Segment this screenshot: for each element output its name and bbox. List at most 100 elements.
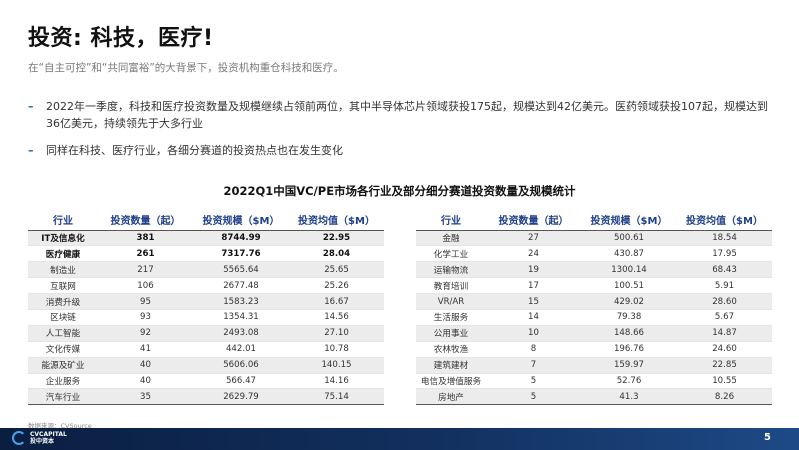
- cell-size: 7317.76: [193, 245, 289, 263]
- cell-industry: 电信及增值服务: [416, 373, 486, 390]
- cell-average: 27.10: [289, 325, 384, 342]
- cell-size: 159.97: [581, 357, 677, 374]
- header-count: 投资数量（起）: [486, 210, 581, 231]
- cell-count: 41: [98, 341, 193, 358]
- header-industry: 行业: [28, 210, 98, 231]
- table-body-left: IT及信息化 381 8744.99 22.95 医疗健康 261 7317.76 28.04…: [28, 230, 384, 406]
- table-row: 房地产 5 41.3 8.26: [416, 388, 772, 406]
- cell-size: 2677.48: [193, 277, 289, 295]
- cell-average: 68.43: [677, 261, 772, 279]
- cell-industry: 企业服务: [28, 373, 98, 390]
- table-row: 文化传媒 41 442.01 10.78: [28, 341, 384, 358]
- table-row: VR/AR 15 429.02 28.60: [416, 293, 772, 310]
- table-row: IT及信息化 381 8744.99 22.95: [28, 230, 384, 247]
- table-row: 教育培训 17 100.51 5.91: [416, 277, 772, 295]
- cell-average: 25.26: [289, 277, 384, 295]
- bullet-dash-icon: –: [28, 100, 34, 113]
- cell-size: 1300.14: [581, 261, 677, 279]
- cell-average: 8.26: [677, 388, 772, 406]
- cell-industry: 生活服务: [416, 309, 486, 326]
- cell-count: 95: [98, 293, 193, 310]
- cell-average: 17.95: [677, 245, 772, 263]
- logo-line1: CVCAPITAL: [30, 431, 67, 438]
- bullet-item: – 2022年一季度，科技和医疗投资数量及规模继续占领前两位，其中半导体芯片领域…: [28, 98, 778, 132]
- cell-count: 5: [486, 373, 581, 390]
- cell-size: 2629.79: [193, 388, 289, 406]
- cell-count: 92: [98, 325, 193, 342]
- page-number: 5: [764, 432, 771, 443]
- cell-size: 430.87: [581, 245, 677, 263]
- cell-count: 19: [486, 261, 581, 279]
- industry-table-left: 行业 投资数量（起） 投资规模（$M） 投资均值（$M） IT及信息化 381 87…: [28, 210, 384, 406]
- cell-industry: 区块链: [28, 309, 98, 326]
- cell-industry: 汽车行业: [28, 388, 98, 406]
- cell-count: 10: [486, 325, 581, 342]
- cell-count: 24: [486, 245, 581, 263]
- cell-average: 24.60: [677, 341, 772, 358]
- bullet-text: 同样在科技、医疗行业，各细分赛道的投资热点也在发生变化: [46, 144, 343, 157]
- table-row: 人工智能 92 2493.08 27.10: [28, 325, 384, 342]
- bullet-item: – 同样在科技、医疗行业，各细分赛道的投资热点也在发生变化: [28, 142, 778, 159]
- table-row: 公用事业 10 148.66 14.87: [416, 325, 772, 342]
- table-row: 化学工业 24 430.87 17.95: [416, 245, 772, 263]
- cell-size: 429.02: [581, 293, 677, 310]
- table-row: 生活服务 14 79.38 5.67: [416, 309, 772, 326]
- table-row: 农林牧渔 8 196.76 24.60: [416, 341, 772, 358]
- cell-count: 15: [486, 293, 581, 310]
- cell-size: 1354.31: [193, 309, 289, 326]
- cell-average: 75.14: [289, 388, 384, 406]
- header-size: 投资规模（$M）: [193, 210, 289, 231]
- cell-count: 106: [98, 277, 193, 295]
- table-row: 互联网 106 2677.48 25.26: [28, 277, 384, 295]
- bullet-text: 2022年一季度，科技和医疗投资数量及规模继续占领前两位，其中半导体芯片领域获投…: [46, 100, 768, 130]
- cell-average: 22.95: [289, 230, 384, 247]
- cell-count: 27: [486, 230, 581, 247]
- table-row: 汽车行业 35 2629.79 75.14: [28, 388, 384, 406]
- page-subtitle: 在“自主可控”和“共同富裕”的大背景下，投资机构重仓科技和医疗。: [28, 62, 344, 74]
- cell-count: 7: [486, 357, 581, 374]
- cell-count: 35: [98, 388, 193, 406]
- table-title: 2022Q1中国VC/PE市场各行业及部分细分赛道投资数量及规模统计: [223, 184, 576, 198]
- cell-size: 5565.64: [193, 261, 289, 279]
- table-body-right: 金融 27 500.61 18.54 化学工业 24 430.87 17.95 运输物流 19 13…: [416, 230, 772, 406]
- brand-logo: CVCAPITAL 投中资本: [12, 431, 67, 445]
- cell-industry: IT及信息化: [28, 230, 98, 247]
- table-row: 区块链 93 1354.31 14.56: [28, 309, 384, 326]
- cell-average: 28.04: [289, 245, 384, 263]
- industry-table-right: 行业 投资数量（起） 投资规模（$M） 投资均值（$M） 金融 27 500.61 1…: [416, 210, 772, 406]
- cell-size: 41.3: [581, 388, 677, 406]
- cell-size: 500.61: [581, 230, 677, 247]
- cell-average: 25.65: [289, 261, 384, 279]
- table-row: 消费升级 95 1583.23 16.67: [28, 293, 384, 310]
- page-title: 投资: 科技，医疗!: [28, 26, 214, 51]
- table-row: 电信及增值服务 5 52.76 10.55: [416, 373, 772, 390]
- cell-count: 93: [98, 309, 193, 326]
- cell-industry: 消费升级: [28, 293, 98, 310]
- cell-average: 10.78: [289, 341, 384, 358]
- table-row: 建筑建材 7 159.97 22.85: [416, 357, 772, 374]
- cell-industry: 建筑建材: [416, 357, 486, 374]
- cell-average: 14.56: [289, 309, 384, 326]
- cell-count: 17: [486, 277, 581, 295]
- cell-count: 14: [486, 309, 581, 326]
- cell-size: 5606.06: [193, 357, 289, 374]
- cell-average: 14.16: [289, 373, 384, 390]
- cell-average: 5.67: [677, 309, 772, 326]
- table-row: 运输物流 19 1300.14 68.43: [416, 261, 772, 279]
- cell-average: 18.54: [677, 230, 772, 247]
- cell-size: 79.38: [581, 309, 677, 326]
- cell-size: 8744.99: [193, 230, 289, 247]
- table-row: 制造业 217 5565.64 25.65: [28, 261, 384, 279]
- cvcapital-logo-icon: [12, 431, 26, 445]
- cell-average: 14.87: [677, 325, 772, 342]
- cell-industry: 医疗健康: [28, 245, 98, 263]
- cell-industry: 能源及矿业: [28, 357, 98, 374]
- cell-industry: 人工智能: [28, 325, 98, 342]
- cell-average: 140.15: [289, 357, 384, 374]
- cell-size: 566.47: [193, 373, 289, 390]
- cell-count: 5: [486, 388, 581, 406]
- header-size: 投资规模（$M）: [581, 210, 677, 231]
- cell-industry: 文化传媒: [28, 341, 98, 358]
- cell-industry: 运输物流: [416, 261, 486, 279]
- cell-industry: 互联网: [28, 277, 98, 295]
